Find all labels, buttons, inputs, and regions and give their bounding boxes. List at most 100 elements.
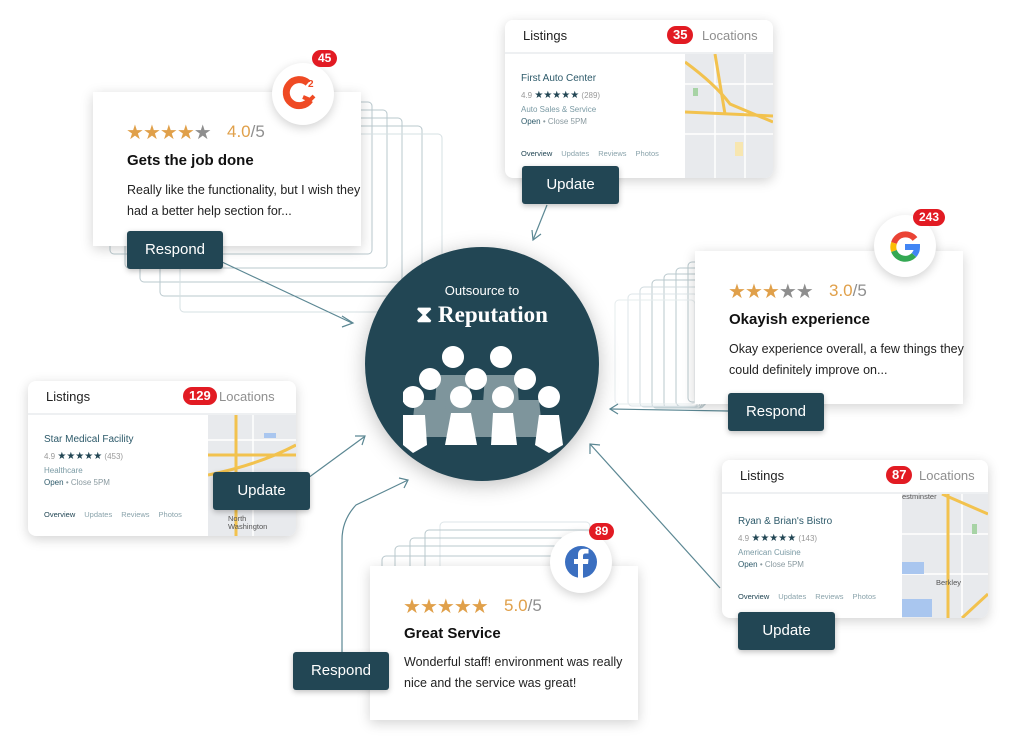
star-filled-icon: ★ — [142, 122, 161, 144]
reputation-hub: Outsource to ⧗ Reputation — [365, 247, 599, 481]
tab-photos[interactable]: Photos — [636, 149, 659, 158]
business-name[interactable]: Star Medical Facility — [44, 434, 133, 445]
star-filled-icon: ★ — [761, 281, 780, 303]
reputation-logo-icon: ⧗ — [416, 301, 433, 327]
business-hours: Open • Close 5PM — [521, 117, 587, 126]
star-filled-icon: ★ — [436, 596, 455, 618]
business-category: American Cuisine — [738, 548, 801, 557]
star-empty-icon: ★ — [193, 122, 212, 144]
map-roads — [684, 53, 773, 178]
update-button-bistro[interactable]: Update — [738, 612, 835, 650]
listings-label: Listings — [523, 28, 568, 43]
tab-reviews[interactable]: Reviews — [598, 149, 626, 158]
review-body: Okay experience overall, a few things th… — [729, 342, 964, 377]
locations-count-badge: 35 — [667, 26, 694, 44]
star-filled-icon: ★ — [126, 122, 144, 144]
listing-tabs: Overview Updates Reviews Photos — [521, 149, 668, 158]
tab-overview[interactable]: Overview — [44, 510, 75, 519]
listing-tabs: Overview Updates Reviews Photos — [44, 510, 191, 519]
business-rating: 4.9 ★★★★★ (453) — [44, 451, 124, 462]
review-count-badge: 243 — [913, 209, 946, 226]
stars-icon: ★★★★★ — [534, 90, 580, 101]
locations-label: Locations — [702, 28, 758, 43]
listing-card-medical: Listings 129 Locations Star Medical Faci… — [28, 381, 296, 536]
star-filled-icon: ★ — [728, 281, 746, 303]
star-rating: ★★★★★ — [728, 279, 814, 304]
tab-overview[interactable]: Overview — [521, 149, 552, 158]
locations-label: Locations — [919, 468, 975, 483]
locations-label: Locations — [219, 389, 275, 404]
star-empty-icon: ★ — [778, 281, 797, 303]
star-filled-icon: ★ — [419, 596, 438, 618]
star-filled-icon: ★ — [159, 122, 178, 144]
star-rating: ★★★★★ — [403, 594, 489, 619]
review-title: Okayish experience — [729, 311, 870, 328]
respond-button-facebook[interactable]: Respond — [293, 652, 389, 690]
rating-score: 5.0/5 — [504, 596, 542, 615]
tab-reviews[interactable]: Reviews — [815, 592, 843, 601]
review-count-badge: 45 — [312, 50, 338, 67]
locations-count-badge: 87 — [886, 466, 913, 484]
tab-overview[interactable]: Overview — [738, 592, 769, 601]
rating-score: 3.0/5 — [829, 281, 867, 300]
star-rating: ★★★★★ — [126, 120, 212, 145]
business-hours: Open • Close 5PM — [44, 478, 110, 487]
stars-icon: ★★★★★ — [57, 451, 103, 462]
review-count-badge: 89 — [589, 523, 615, 540]
arrowhead-facebook — [398, 477, 409, 489]
business-category: Auto Sales & Service — [521, 105, 597, 114]
map-thumbnail[interactable]: estminster Berkley — [902, 492, 988, 618]
map-thumbnail[interactable] — [684, 53, 773, 178]
listing-header: Listings 87 Locations — [722, 460, 988, 494]
people-group-icon — [403, 346, 563, 453]
arrow-g2 — [221, 261, 353, 324]
arrow-google — [609, 408, 729, 412]
map-place-label: estminster — [902, 492, 937, 501]
review-title: Gets the job done — [127, 152, 254, 169]
update-button-medical[interactable]: Update — [213, 472, 310, 510]
g2-logo-icon: 2 — [282, 76, 316, 110]
map-roads — [902, 492, 988, 618]
star-empty-icon: ★ — [795, 281, 814, 303]
reputation-brand: ⧗ Reputation — [416, 301, 548, 327]
locations-count-badge: 129 — [183, 387, 217, 405]
star-filled-icon: ★ — [744, 281, 763, 303]
listing-card-auto: Listings 35 Locations First Auto Center … — [505, 20, 773, 178]
business-hours: Open • Close 5PM — [738, 560, 804, 569]
star-filled-icon: ★ — [453, 596, 472, 618]
facebook-logo-icon — [565, 546, 597, 578]
rating-score: 4.0/5 — [227, 122, 265, 141]
map-place-label: North Washington — [228, 514, 268, 531]
listing-header: Listings 35 Locations — [505, 20, 773, 54]
review-body: Really like the functionality, but I wis… — [127, 183, 361, 218]
listings-label: Listings — [740, 468, 785, 483]
star-filled-icon: ★ — [470, 596, 489, 618]
star-filled-icon: ★ — [176, 122, 195, 144]
update-button-auto[interactable]: Update — [522, 166, 619, 204]
business-category: Healthcare — [44, 466, 83, 475]
listing-header: Listings 129 Locations — [28, 381, 296, 415]
facebook-logo-bubble[interactable] — [550, 531, 612, 593]
tab-updates[interactable]: Updates — [778, 592, 806, 601]
respond-button-google[interactable]: Respond — [728, 393, 824, 431]
tab-reviews[interactable]: Reviews — [121, 510, 149, 519]
listings-label: Listings — [46, 389, 91, 404]
g2-logo-bubble[interactable]: 2 — [272, 63, 334, 125]
tab-photos[interactable]: Photos — [159, 510, 182, 519]
tab-updates[interactable]: Updates — [84, 510, 112, 519]
respond-button-g2[interactable]: Respond — [127, 231, 223, 269]
listing-card-bistro: Listings 87 Locations Ryan & Brian's Bis… — [722, 460, 988, 618]
svg-text:2: 2 — [308, 79, 314, 90]
business-name[interactable]: Ryan & Brian's Bistro — [738, 516, 832, 527]
review-body: Wonderful staff! environment was really … — [404, 655, 623, 690]
star-filled-icon: ★ — [403, 596, 421, 618]
stars-icon: ★★★★★ — [751, 533, 797, 544]
map-place-label: Berkley — [936, 578, 962, 587]
listing-tabs: Overview Updates Reviews Photos — [738, 592, 885, 601]
business-name[interactable]: First Auto Center — [521, 73, 596, 84]
review-title: Great Service — [404, 625, 501, 642]
tab-photos[interactable]: Photos — [853, 592, 876, 601]
tab-updates[interactable]: Updates — [561, 149, 589, 158]
business-rating: 4.9 ★★★★★ (143) — [738, 533, 818, 544]
arrow-medical — [307, 436, 365, 479]
